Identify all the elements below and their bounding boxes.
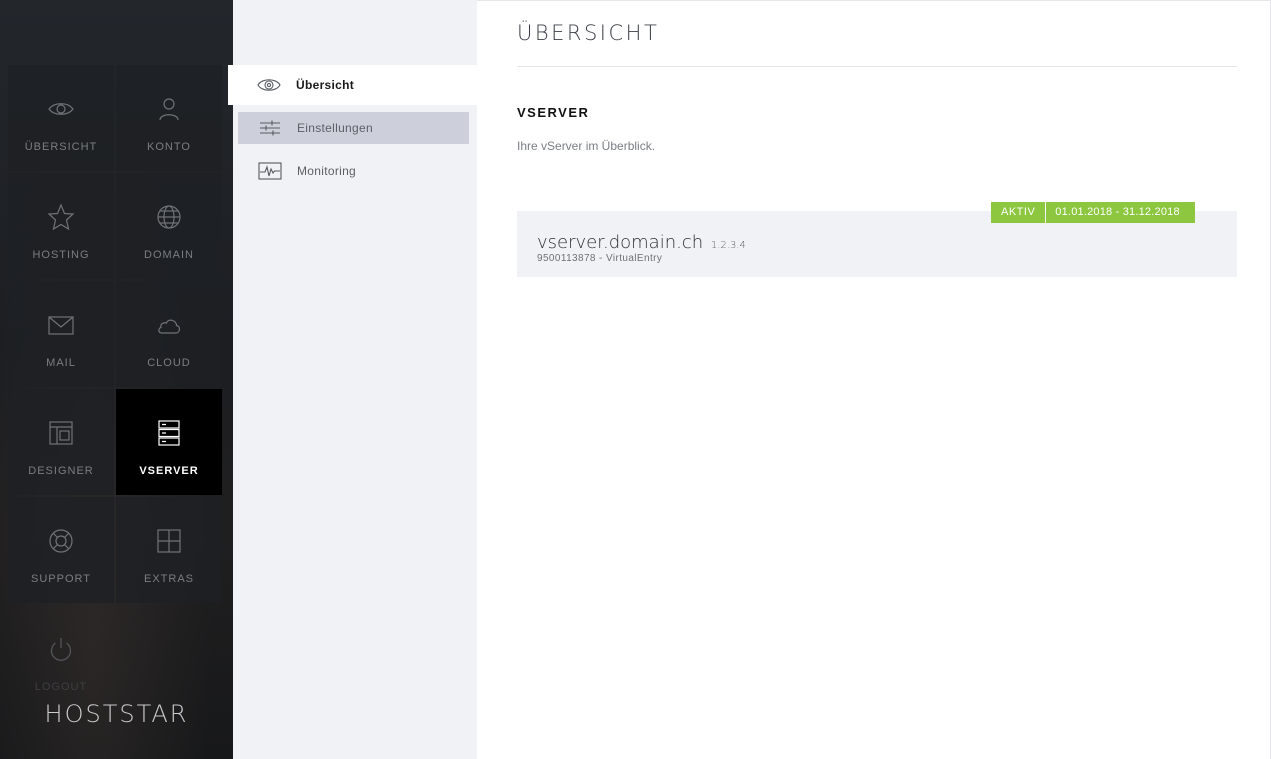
brand-logo[interactable]: HOSTSTAR bbox=[0, 700, 233, 728]
submenu-item-einstellungen[interactable]: Einstellungen bbox=[238, 112, 469, 144]
server-contract: 9500113878 - VirtualEntry bbox=[537, 253, 663, 264]
lifebuoy-icon bbox=[47, 527, 75, 555]
cloud-icon bbox=[155, 311, 183, 339]
section-description: Ihre vServer im Überblick. bbox=[517, 139, 656, 153]
main-sidebar: ÜBERSICHT KONTO HOSTING DOMAIN MAIL CLOU… bbox=[0, 0, 233, 759]
main-content: ÜBERSICHT VSERVER Ihre vServer im Überbl… bbox=[477, 0, 1271, 759]
server-badges: AKTIV 01.01.2018 - 31.12.2018 bbox=[991, 202, 1195, 223]
section-title: VSERVER bbox=[517, 105, 590, 120]
server-icon bbox=[155, 419, 183, 447]
title-divider bbox=[517, 66, 1237, 67]
sliders-icon bbox=[258, 118, 282, 138]
sidebar-tile-uebersicht[interactable]: ÜBERSICHT bbox=[8, 65, 114, 171]
submenu-item-label: Monitoring bbox=[297, 164, 357, 178]
sidebar-tile-label: LOGOUT bbox=[34, 681, 88, 693]
sidebar-tile-label: DESIGNER bbox=[28, 465, 94, 477]
envelope-icon bbox=[47, 311, 75, 339]
eye-icon bbox=[257, 75, 281, 95]
server-name: vserver.domain.ch bbox=[537, 232, 704, 253]
sidebar-tile-label: KONTO bbox=[147, 141, 191, 153]
submenu-item-label: Einstellungen bbox=[297, 121, 373, 135]
server-card[interactable]: AKTIV 01.01.2018 - 31.12.2018 vserver.do… bbox=[517, 202, 1237, 277]
page-title: ÜBERSICHT bbox=[517, 21, 660, 45]
sidebar-tile-label: SUPPORT bbox=[31, 573, 91, 585]
sidebar-tile-label: MAIL bbox=[46, 357, 76, 369]
sidebar-tile-logout[interactable]: LOGOUT bbox=[8, 605, 114, 711]
sidebar-tile-label: EXTRAS bbox=[143, 573, 194, 585]
sidebar-tile-hosting[interactable]: HOSTING bbox=[8, 173, 114, 279]
sub-navigation: Übersicht Einstellungen Monitoring bbox=[228, 0, 477, 759]
sidebar-tile-designer[interactable]: DESIGNER bbox=[8, 389, 114, 495]
power-icon bbox=[47, 635, 75, 663]
sidebar-tile-vserver[interactable]: VSERVER bbox=[116, 389, 222, 495]
layout-icon bbox=[47, 419, 75, 447]
sidebar-tile-label: HOSTING bbox=[32, 249, 90, 261]
sidebar-tile-support[interactable]: SUPPORT bbox=[8, 497, 114, 603]
submenu-item-monitoring[interactable]: Monitoring bbox=[238, 155, 469, 187]
user-icon bbox=[155, 95, 183, 123]
star-icon bbox=[47, 203, 75, 231]
sidebar-tile-label: DOMAIN bbox=[144, 249, 194, 261]
sidebar-tile-label: CLOUD bbox=[147, 357, 191, 369]
status-badge: AKTIV bbox=[991, 202, 1046, 223]
sidebar-tile-mail[interactable]: MAIL bbox=[8, 281, 114, 387]
submenu-item-uebersicht[interactable]: Übersicht bbox=[228, 65, 477, 105]
server-ip: 1.2.3.4 bbox=[710, 240, 746, 251]
sidebar-tile-cloud[interactable]: CLOUD bbox=[116, 281, 222, 387]
sidebar-tile-label: VSERVER bbox=[139, 465, 199, 477]
globe-icon bbox=[155, 203, 183, 231]
plus-square-icon bbox=[155, 527, 183, 555]
server-name-line: vserver.domain.ch 1.2.3.4 bbox=[537, 232, 746, 253]
sidebar-tile-extras[interactable]: EXTRAS bbox=[116, 497, 222, 603]
period-badge: 01.01.2018 - 31.12.2018 bbox=[1046, 202, 1195, 223]
sidebar-tile-grid: ÜBERSICHT KONTO HOSTING DOMAIN MAIL CLOU… bbox=[8, 65, 222, 711]
pulse-icon bbox=[258, 161, 282, 181]
sidebar-tile-domain[interactable]: DOMAIN bbox=[116, 173, 222, 279]
submenu-item-label: Übersicht bbox=[296, 78, 355, 92]
sidebar-tile-label: ÜBERSICHT bbox=[24, 141, 98, 153]
eye-icon bbox=[47, 95, 75, 123]
sidebar-tile-konto[interactable]: KONTO bbox=[116, 65, 222, 171]
